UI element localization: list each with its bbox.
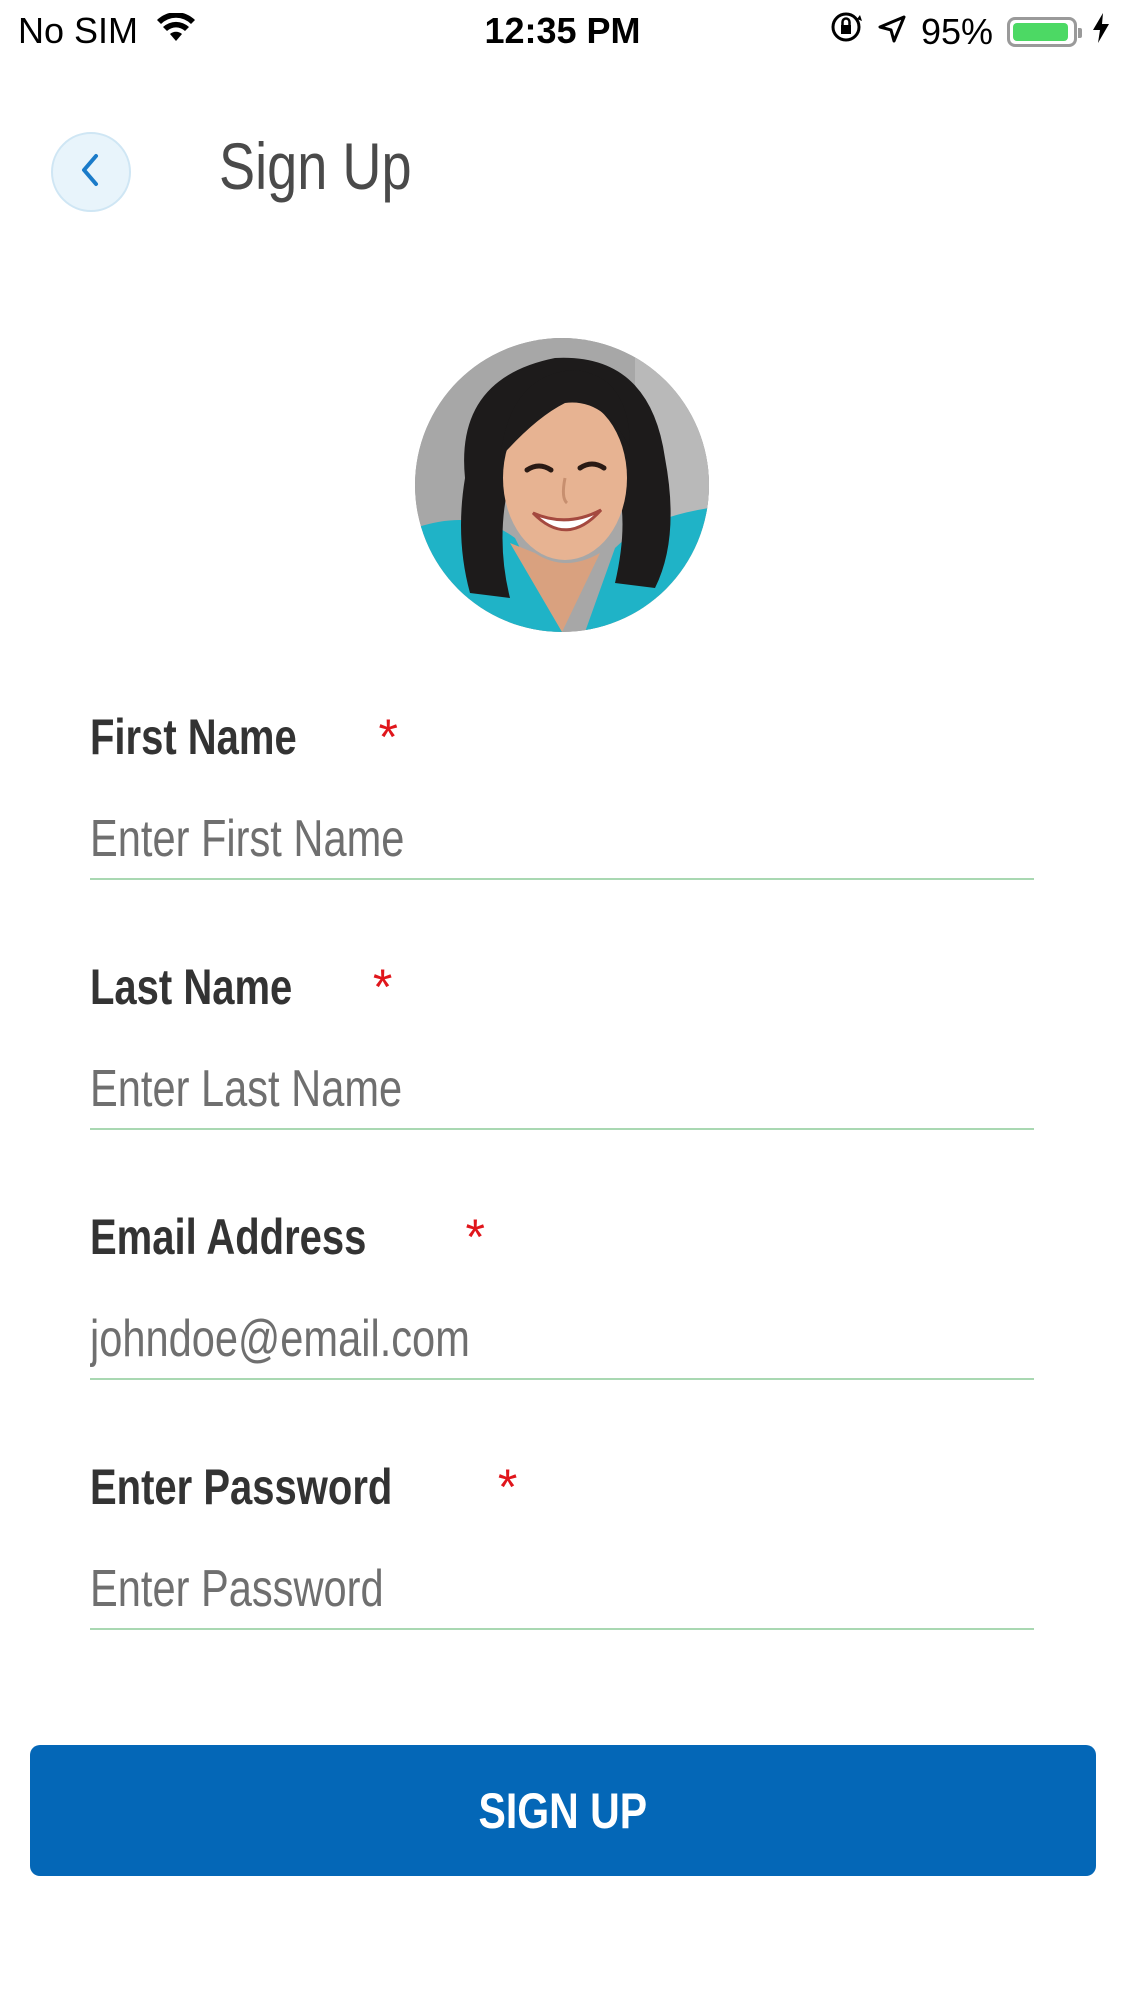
- first-name-input[interactable]: [90, 800, 1034, 878]
- back-button[interactable]: [51, 132, 131, 212]
- email-input[interactable]: [90, 1300, 1034, 1378]
- email-label-row: Email Address *: [90, 1208, 1034, 1266]
- last-name-field: Last Name *: [90, 958, 1034, 1130]
- password-input-wrap: [90, 1550, 1034, 1630]
- password-label: Enter Password: [90, 1459, 393, 1515]
- required-marker: *: [378, 709, 398, 765]
- last-name-input-wrap: [90, 1050, 1034, 1130]
- chevron-left-icon: [76, 150, 106, 195]
- email-label: Email Address: [90, 1209, 367, 1265]
- password-label-row: Enter Password *: [90, 1458, 1034, 1516]
- required-marker: *: [372, 959, 393, 1015]
- sign-up-button-label: SIGN UP: [478, 1782, 648, 1839]
- status-right: 95%: [815, 10, 1111, 53]
- orientation-lock-icon: [829, 10, 863, 53]
- battery-fill: [1013, 22, 1068, 41]
- page-title: Sign Up: [219, 129, 412, 203]
- last-name-label-row: Last Name *: [90, 958, 1034, 1016]
- last-name-label: Last Name: [90, 959, 293, 1015]
- profile-photo[interactable]: [415, 338, 709, 632]
- first-name-label: First Name: [90, 709, 297, 765]
- required-marker: *: [465, 1209, 485, 1265]
- battery-cap: [1078, 27, 1082, 38]
- charging-bolt-icon: [1091, 11, 1111, 53]
- first-name-label-row: First Name *: [90, 708, 1034, 766]
- battery-icon: [1007, 16, 1082, 47]
- password-input[interactable]: [90, 1550, 1034, 1628]
- signup-screen: No SIM 12:35 PM 95% Sign Up First Name *…: [0, 0, 1125, 2001]
- email-input-wrap: [90, 1300, 1034, 1380]
- profile-photo-image: [415, 338, 709, 632]
- email-field: Email Address *: [90, 1208, 1034, 1380]
- last-name-input[interactable]: [90, 1050, 1034, 1128]
- first-name-input-wrap: [90, 800, 1034, 880]
- password-field: Enter Password *: [90, 1458, 1034, 1630]
- first-name-field: First Name *: [90, 708, 1034, 880]
- required-marker: *: [497, 1459, 518, 1515]
- sign-up-button[interactable]: SIGN UP: [30, 1745, 1096, 1876]
- location-arrow-icon: [877, 11, 907, 53]
- status-bar: No SIM 12:35 PM 95%: [0, 0, 1125, 60]
- battery-percent: 95%: [920, 10, 993, 52]
